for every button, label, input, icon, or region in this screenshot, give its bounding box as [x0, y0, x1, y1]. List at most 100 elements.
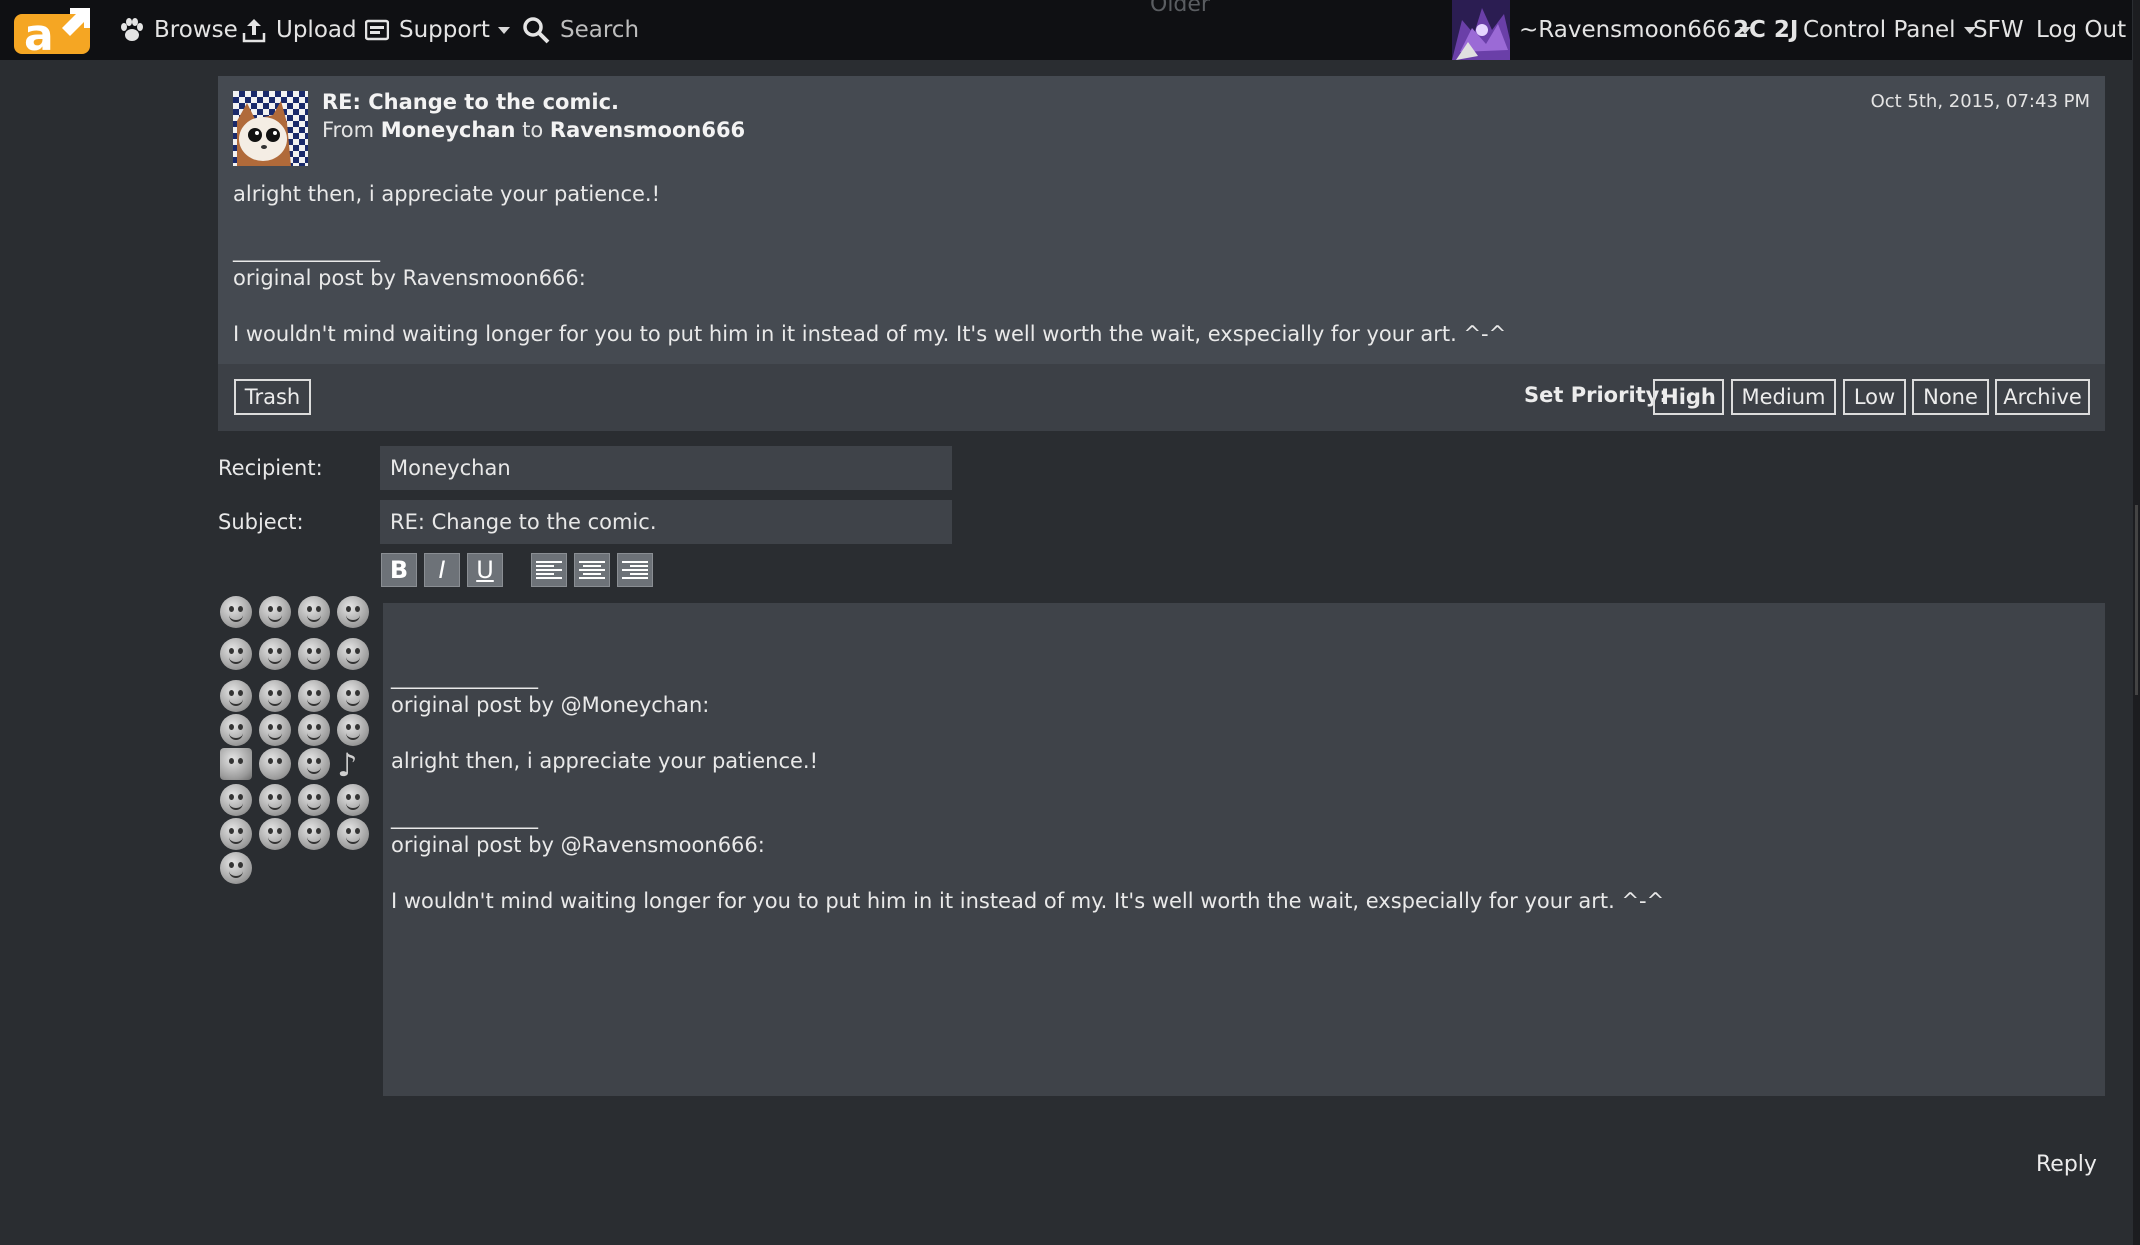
- smile-smiley-icon[interactable]: [220, 638, 252, 670]
- browse-link[interactable]: Browse: [118, 0, 238, 60]
- recipient-name[interactable]: Ravensmoon666: [550, 118, 745, 142]
- message-body: alright then, i appreciate your patience…: [233, 180, 2083, 376]
- sad-smiley-icon[interactable]: [220, 714, 252, 746]
- search-placeholder: Search: [560, 17, 640, 43]
- cool-smiley-icon[interactable]: [259, 596, 291, 628]
- neutral-smiley-icon[interactable]: [298, 784, 330, 816]
- upload-label: Upload: [276, 17, 357, 43]
- search-icon: [523, 17, 550, 44]
- editor-quote-header: original post by @Ravensmoon666:: [391, 833, 765, 857]
- to-word: to: [522, 118, 544, 142]
- dizzy-smiley-icon[interactable]: [337, 680, 369, 712]
- align-right-button[interactable]: [617, 553, 653, 587]
- editor-separator: ______________: [391, 665, 538, 689]
- paw-icon: [121, 18, 143, 41]
- angel-smiley-icon[interactable]: [298, 714, 330, 746]
- reply-button[interactable]: Reply: [2036, 1152, 2097, 1177]
- message-card: RE: Change to the comic. From Moneychan …: [218, 76, 2105, 431]
- quote-separator: ______________: [233, 238, 380, 262]
- logout-link[interactable]: Log Out: [2036, 0, 2126, 60]
- underline-button[interactable]: U: [467, 553, 503, 587]
- recipient-label: Recipient:: [218, 456, 323, 480]
- quote-text: I wouldn't mind waiting longer for you t…: [233, 322, 1507, 346]
- heart-icon[interactable]: [259, 748, 291, 780]
- spiky-smiley-icon[interactable]: [259, 680, 291, 712]
- editor-quote-text: alright then, i appreciate your patience…: [391, 749, 819, 773]
- sender-avatar[interactable]: [233, 91, 308, 166]
- message-from-line: From Moneychan to Ravensmoon666: [322, 118, 745, 142]
- support-icon: [365, 19, 389, 41]
- message-text: alright then, i appreciate your patience…: [233, 182, 661, 206]
- user-menu[interactable]: ~Ravensmoon666: [1519, 0, 1752, 60]
- surprised-smiley-icon[interactable]: [337, 596, 369, 628]
- grin-smiley-icon[interactable]: [220, 680, 252, 712]
- username-label: ~Ravensmoon666: [1519, 17, 1732, 43]
- coffee-icon[interactable]: [220, 748, 252, 780]
- confused-smiley-icon[interactable]: [298, 638, 330, 670]
- grimace-smiley-icon[interactable]: [220, 852, 252, 884]
- trash-button[interactable]: Trash: [234, 379, 311, 415]
- align-right-icon: [622, 561, 648, 579]
- laugh-smiley-icon[interactable]: [298, 680, 330, 712]
- support-label: Support: [399, 17, 490, 43]
- subject-field[interactable]: RE: Change to the comic.: [380, 500, 952, 544]
- message-subject: RE: Change to the comic.: [322, 90, 619, 114]
- message-date: Oct 5th, 2015, 07:43 PM: [1870, 91, 2090, 112]
- from-word: From: [322, 118, 375, 142]
- unsure-smiley-icon[interactable]: [259, 714, 291, 746]
- annoyed-smiley-icon[interactable]: [259, 784, 291, 816]
- italic-button[interactable]: I: [424, 553, 460, 587]
- priority-low-button[interactable]: Low: [1843, 379, 1906, 415]
- scrollbar-thumb[interactable]: [2135, 505, 2138, 695]
- frown-smiley-icon[interactable]: [337, 784, 369, 816]
- editor-separator: ______________: [391, 805, 538, 829]
- browse-label: Browse: [154, 17, 238, 43]
- message-actions-bar: Trash Set Priority: High Medium Low None…: [218, 364, 2105, 431]
- sender-name[interactable]: Moneychan: [381, 118, 516, 142]
- control-panel-label: Control Panel: [1803, 17, 1956, 43]
- quote-header: original post by Ravensmoon666:: [233, 266, 586, 290]
- nerd-smiley-icon[interactable]: [298, 748, 330, 780]
- angry-smiley-icon[interactable]: [259, 818, 291, 850]
- blank-smiley-icon[interactable]: [220, 784, 252, 816]
- priority-medium-button[interactable]: Medium: [1731, 379, 1836, 415]
- happy-smiley-icon[interactable]: [298, 596, 330, 628]
- tongue-smiley-icon[interactable]: [220, 596, 252, 628]
- older-link[interactable]: Older: [1150, 0, 1210, 17]
- devil-smiley-icon[interactable]: [259, 638, 291, 670]
- align-left-icon: [536, 561, 562, 579]
- notification-counts[interactable]: 2C 2J: [1733, 0, 1798, 60]
- gift-icon[interactable]: [337, 714, 369, 746]
- search-box[interactable]: Search: [522, 0, 639, 60]
- user-avatar[interactable]: [1452, 0, 1510, 60]
- align-center-button[interactable]: [574, 553, 610, 587]
- set-priority-label: Set Priority:: [1524, 383, 1668, 407]
- shocked-smiley-icon[interactable]: [220, 818, 252, 850]
- frustrated-smiley-icon[interactable]: [337, 818, 369, 850]
- avatar-image: [233, 91, 308, 166]
- music-note-icon[interactable]: ♪: [337, 746, 357, 784]
- wink-smiley-icon[interactable]: [337, 638, 369, 670]
- site-logo[interactable]: a: [14, 6, 94, 61]
- upload-link[interactable]: Upload: [242, 0, 357, 60]
- subject-label: Subject:: [218, 510, 304, 534]
- align-center-icon: [579, 561, 605, 579]
- top-navigation-bar: a Browse Upload Support Search Older ~Ra…: [0, 0, 2132, 61]
- teeth-smiley-icon[interactable]: [298, 818, 330, 850]
- align-left-button[interactable]: [531, 553, 567, 587]
- priority-high-button[interactable]: High: [1653, 379, 1724, 415]
- chevron-down-icon: [497, 26, 510, 34]
- svg-text:a: a: [24, 10, 54, 54]
- editor-quote-header: original post by @Moneychan:: [391, 693, 710, 717]
- archive-button[interactable]: Archive: [1995, 379, 2090, 415]
- sfw-toggle[interactable]: SFW: [1973, 0, 2024, 60]
- message-editor[interactable]: ______________ original post by @Moneych…: [383, 603, 2105, 1096]
- priority-none-button[interactable]: None: [1912, 379, 1989, 415]
- bold-button[interactable]: B: [381, 553, 417, 587]
- upload-icon: [242, 19, 266, 43]
- avatar-image: [1452, 0, 1510, 60]
- editor-quote-text: I wouldn't mind waiting longer for you t…: [391, 889, 1665, 913]
- support-menu[interactable]: Support: [365, 0, 510, 60]
- control-panel-menu[interactable]: Control Panel: [1803, 0, 1976, 60]
- recipient-field[interactable]: Moneychan: [380, 446, 952, 490]
